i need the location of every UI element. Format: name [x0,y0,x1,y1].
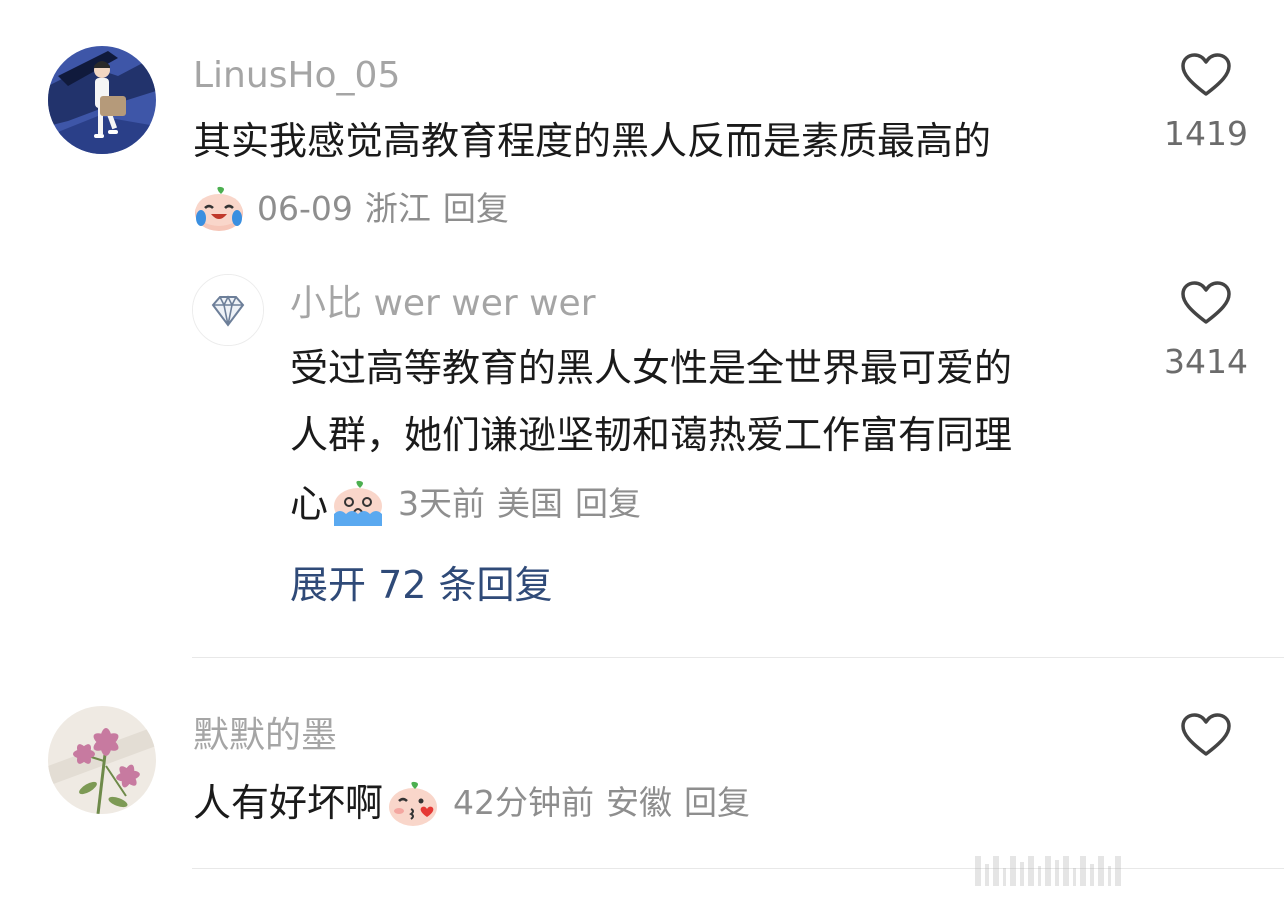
reply-meta: 3天前 美国 回复 [398,484,653,524]
avatar[interactable] [192,274,264,346]
heart-icon[interactable] [1180,52,1232,102]
diamond-avatar [193,275,263,345]
like-area [1151,712,1261,762]
heart-icon[interactable] [1180,712,1232,762]
comment-location: 浙江 [364,189,431,228]
reply-text-line: 心 [290,482,329,526]
comment-date: 06-09 [257,189,353,228]
comment-location: 安徽 [606,783,673,822]
comment-username[interactable]: LinusHo_05 [193,54,400,98]
reply-text-last-line: 心 3天前 美国 回复 [290,478,653,530]
comment-text: 其实我感觉高教育程度的黑人反而是素质最高的 [193,119,992,163]
divider [192,657,1284,658]
reply-button[interactable]: 回复 [684,783,750,823]
reply-text-line: 受过高等教育的黑人女性是全世界最可爱的 [290,346,1013,390]
watermark [975,856,1121,886]
avatar[interactable] [48,706,156,814]
comment-username[interactable]: 默默的墨 [193,714,337,758]
crying-emoji-icon [330,478,386,530]
like-count: 1419 [1164,114,1248,153]
flower-painting-avatar [48,706,156,814]
comment-meta: 06-09 浙江 回复 [193,186,521,232]
reply-date: 3天前 [398,484,486,523]
laughing-crying-emoji-icon [193,186,245,232]
reply-username[interactable]: 小比 wer wer wer [290,282,596,326]
like-area: 1419 [1151,52,1261,154]
avatar[interactable] [48,46,156,154]
like-count: 3414 [1164,342,1248,381]
expand-replies-button[interactable]: 展开 72 条回复 [290,562,553,608]
reply-text-line: 人群，她们谦逊坚韧和蔼热爱工作富有同理 [290,413,1013,457]
kiss-emoji-icon [385,777,441,829]
comment-meta: 42分钟前 安徽 回复 [453,783,762,823]
like-area: 3414 [1151,280,1261,382]
reply-button[interactable]: 回复 [575,484,641,524]
illustrated-person-avatar [48,46,156,154]
reply-text: 受过高等教育的黑人女性是全世界最可爱的 人群，她们谦逊坚韧和蔼热爱工作富有同理 [290,335,1012,469]
heart-icon[interactable] [1180,280,1232,330]
reply-button[interactable]: 回复 [443,189,509,229]
comment-text: 人有好坏啊 [193,781,384,825]
reply-location: 美国 [497,484,564,523]
comment-text-row: 人有好坏啊 42分钟前 安徽 回复 [193,777,762,829]
comment-date: 42分钟前 [453,783,595,822]
